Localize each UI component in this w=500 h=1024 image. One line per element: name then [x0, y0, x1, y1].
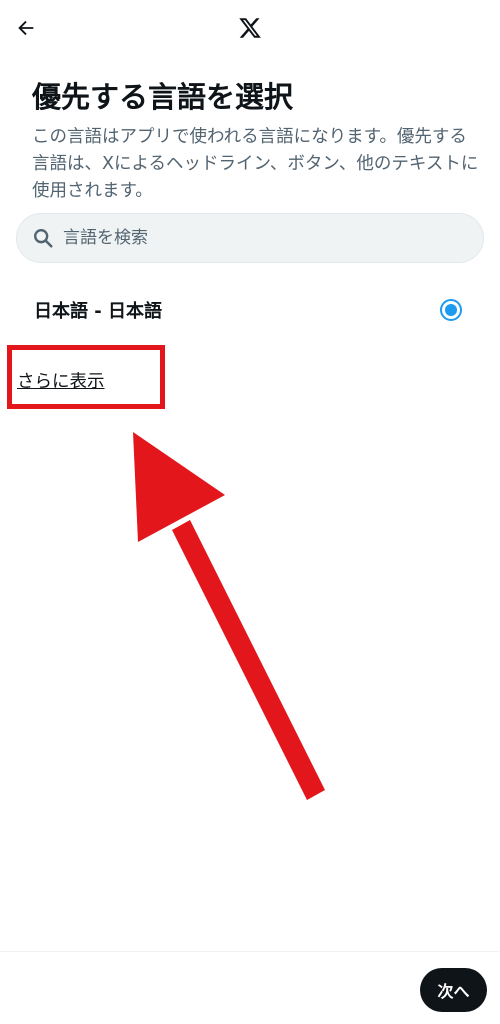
page-title: 優先する言語を選択: [32, 80, 294, 114]
footer-divider: [0, 951, 500, 952]
search-input[interactable]: [63, 218, 463, 258]
search-bar[interactable]: [16, 213, 484, 263]
show-more-link[interactable]: さらに表示: [17, 368, 105, 393]
next-button[interactable]: 次へ: [420, 968, 487, 1012]
top-bar: [0, 0, 500, 56]
search-icon: [31, 226, 55, 250]
back-button[interactable]: [8, 10, 44, 46]
page-description: この言語はアプリで使われる言語になります。優先する言語は、Xによるヘッドライン、…: [32, 127, 479, 201]
language-option-label: 日本語 - 日本語: [34, 301, 163, 322]
screen: 優先する言語を選択 この言語はアプリで使われる言語になります。優先する言語は、X…: [0, 0, 500, 1024]
arrow-left-icon: [18, 20, 34, 36]
x-logo-icon: [236, 14, 264, 42]
radio-selected-dot: [445, 304, 457, 316]
language-option-japanese[interactable]: 日本語 - 日本語: [0, 286, 500, 334]
language-radio-button[interactable]: [440, 299, 462, 321]
